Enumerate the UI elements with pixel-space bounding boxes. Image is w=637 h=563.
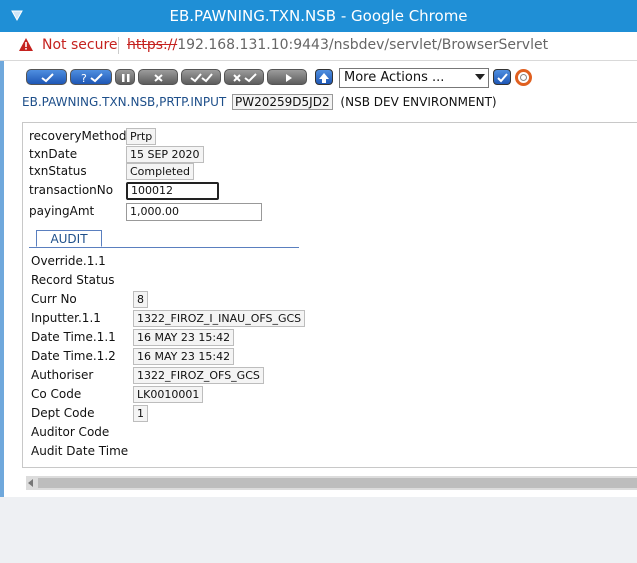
scroll-left-icon[interactable]: [28, 479, 33, 487]
right-arrow-icon: [286, 74, 292, 82]
audit-label: Dept Code: [31, 406, 95, 420]
app-frame: ? More Actions ... EB.PAWNING.TXN.NSB,PR…: [0, 61, 637, 497]
check-icon: [497, 73, 508, 83]
field-label: txnDate: [29, 147, 78, 161]
svg-text:?: ?: [81, 72, 87, 85]
window-titlebar: EB.PAWNING.TXN.NSB - Google Chrome: [0, 0, 637, 32]
next-button[interactable]: [267, 69, 307, 85]
field-value: Prtp: [126, 128, 157, 145]
delete-button[interactable]: [138, 69, 178, 85]
double-check-icon: [190, 73, 213, 83]
reverse-button[interactable]: [224, 69, 264, 85]
cross-check-icon: [233, 73, 257, 83]
question-check-icon: ?: [81, 72, 103, 85]
field-value: 15 SEP 2020: [126, 146, 204, 163]
more-actions-select[interactable]: More Actions ...: [339, 68, 489, 88]
record-form: recoveryMethod Prtp txnDate 15 SEP 2020 …: [22, 122, 637, 468]
record-id: PW20259D5JD2: [232, 94, 333, 110]
horizontal-scrollbar[interactable]: [26, 476, 637, 490]
transaction-no-input[interactable]: 100012: [126, 182, 219, 200]
audit-label: Date Time.1.1: [31, 330, 116, 344]
field-label: payingAmt: [29, 204, 95, 218]
audit-value: 8: [133, 291, 148, 308]
audit-value: 16 MAY 23 15:42: [133, 348, 235, 365]
audit-label: Co Code: [31, 387, 82, 401]
url-path: 192.168.131.10:9443/nsbdev/servlet/Brows…: [177, 37, 549, 53]
audit-label: Curr No: [31, 292, 77, 306]
tab-audit[interactable]: AUDIT: [36, 230, 102, 247]
url-scheme: https://: [127, 37, 178, 53]
authorise-button[interactable]: [181, 69, 221, 85]
tab-bar: AUDIT: [29, 230, 299, 248]
more-actions-label: More Actions ...: [344, 70, 445, 85]
commit-button[interactable]: ?: [70, 69, 112, 85]
environment-label: (NSB DEV ENVIRONMENT): [340, 95, 497, 109]
audit-label: Record Status: [31, 273, 115, 287]
lifebuoy-icon[interactable]: [515, 69, 532, 86]
up-arrow-icon: [319, 73, 329, 83]
field-value: Completed: [126, 163, 194, 180]
up-button[interactable]: [315, 69, 333, 85]
audit-label: Audit Date Time: [31, 444, 129, 458]
pause-icon: [122, 74, 130, 82]
audit-label: Date Time.1.2: [31, 349, 116, 363]
application-header: EB.PAWNING.TXN.NSB,PRTP.INPUT PW20259D5J…: [22, 94, 497, 110]
audit-label: Auditor Code: [31, 425, 110, 439]
audit-label: Authoriser: [31, 368, 94, 382]
field-label: recoveryMethod: [29, 129, 127, 143]
audit-value: 1322_FIROZ_OFS_GCS: [133, 367, 264, 384]
application-name: EB.PAWNING.TXN.NSB,PRTP.INPUT: [22, 95, 227, 109]
field-label: txnStatus: [29, 164, 87, 178]
url-text[interactable]: https://192.168.131.10:9443/nsbdev/servl…: [127, 37, 548, 53]
audit-value: LK0010001: [133, 386, 204, 403]
field-label: transactionNo: [29, 183, 114, 197]
audit-label: Override.1.1: [31, 254, 106, 268]
validate-button[interactable]: [26, 69, 67, 85]
chevron-down-icon: [475, 74, 485, 80]
audit-value: 1322_FIROZ_I_INAU_OFS_GCS: [133, 310, 306, 327]
paying-amt-input[interactable]: 1,000.00: [126, 203, 262, 221]
go-button[interactable]: [493, 69, 511, 85]
address-bar[interactable]: Not secure https://192.168.131.10:9443/n…: [0, 32, 637, 61]
window-title: EB.PAWNING.TXN.NSB - Google Chrome: [169, 7, 468, 25]
address-separator: [118, 37, 119, 54]
cross-icon: [154, 74, 163, 82]
scrollbar-thumb[interactable]: [38, 478, 637, 488]
not-secure-label[interactable]: Not secure: [42, 37, 118, 53]
audit-value: 16 MAY 23 15:42: [133, 329, 235, 346]
audit-value: 1: [133, 405, 148, 422]
check-icon: [41, 73, 54, 83]
warning-icon: [19, 38, 33, 51]
audit-label: Inputter.1.1: [31, 311, 101, 325]
hold-button[interactable]: [115, 69, 135, 85]
